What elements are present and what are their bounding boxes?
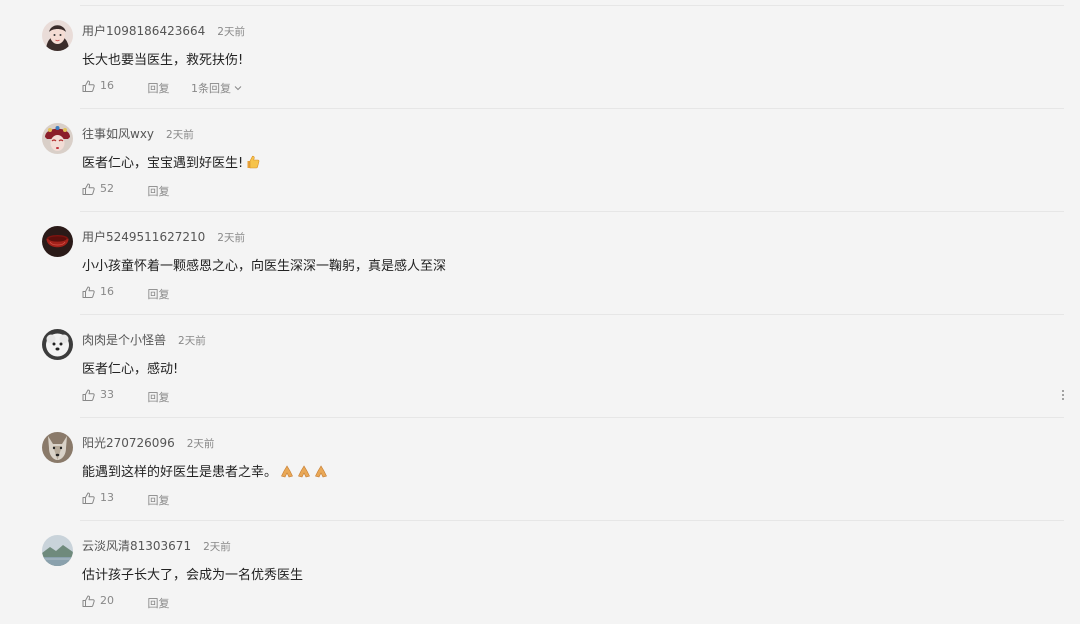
username[interactable]: 用户1098186423664	[82, 24, 205, 38]
praying-hands-emoji	[314, 465, 328, 482]
red-bowl-avatar[interactable]	[42, 226, 73, 257]
thumbs-up-icon	[82, 492, 95, 504]
comment-actions: 13 回复	[82, 491, 170, 508]
like-count: 52	[100, 182, 114, 195]
comment-time: 2天前	[217, 26, 245, 38]
reply-button[interactable]: 回复	[148, 492, 170, 508]
like-button[interactable]: 16	[82, 79, 114, 92]
comment-list: 用户1098186423664 2天前 长大也要当医生，救死扶伤! 16 回复 1…	[0, 0, 1080, 619]
like-button[interactable]: 33	[82, 388, 114, 401]
comment-item: 用户5249511627210 2天前 小小孩童怀着一颗感恩之心，向医生深深一鞠躬…	[0, 212, 1080, 315]
comment-text: 医者仁心，宝宝遇到好医生!	[82, 152, 260, 173]
thumbs-up-icon	[82, 389, 95, 401]
comment-item: 往事如风wxy 2天前 医者仁心，宝宝遇到好医生! 52 回复	[0, 109, 1080, 212]
comment-body: 估计孩子长大了，会成为一名优秀医生	[82, 568, 304, 583]
username[interactable]: 往事如风wxy	[82, 127, 154, 141]
white-dog-avatar[interactable]	[42, 329, 73, 360]
comment-author[interactable]: 阳光270726096 2天前	[82, 434, 214, 451]
like-button[interactable]: 13	[82, 491, 114, 504]
thumbs-up-icon	[82, 183, 95, 195]
comment-text: 医者仁心，感动!	[82, 358, 178, 377]
view-replies-button[interactable]: 1条回复	[191, 80, 242, 96]
like-count: 33	[100, 388, 114, 401]
reply-button[interactable]: 回复	[148, 183, 170, 199]
like-button[interactable]: 16	[82, 285, 114, 298]
username[interactable]: 肉肉是个小怪兽	[82, 333, 166, 347]
comment-text: 能遇到这样的好医生是患者之幸。	[82, 461, 328, 482]
comment-author[interactable]: 用户1098186423664 2天前	[82, 22, 245, 39]
reply-button[interactable]: 回复	[148, 389, 170, 405]
username[interactable]: 阳光270726096	[82, 436, 175, 450]
comment-actions: 16 回复	[82, 285, 170, 302]
praying-hands-emoji	[297, 465, 311, 482]
like-count: 16	[100, 79, 114, 92]
reply-count: 1条回复	[191, 81, 231, 95]
comment-time: 2天前	[217, 232, 245, 244]
comment-body: 小小孩童怀着一颗感恩之心，向医生深深一鞠躬，真是感人至深	[82, 259, 447, 274]
comment-item: 云淡风清81303671 2天前 估计孩子长大了，会成为一名优秀医生 20 回复	[0, 521, 1080, 624]
like-count: 16	[100, 285, 114, 298]
like-button[interactable]: 20	[82, 594, 114, 607]
comment-actions: 16 回复 1条回复	[82, 79, 242, 96]
comment-body: 长大也要当医生，救死扶伤!	[82, 53, 244, 68]
like-button[interactable]: 52	[82, 182, 114, 195]
comment-author[interactable]: 用户5249511627210 2天前	[82, 228, 245, 245]
username[interactable]: 用户5249511627210	[82, 230, 205, 244]
comment-text: 长大也要当医生，救死扶伤!	[82, 49, 243, 68]
comment-actions: 33 回复	[82, 388, 170, 405]
girl-portrait-avatar[interactable]	[42, 20, 73, 51]
landscape-avatar[interactable]	[42, 535, 73, 566]
comment-body: 能遇到这样的好医生是患者之幸。	[82, 465, 278, 480]
chevron-down-icon	[234, 85, 242, 90]
comment-actions: 20 回复	[82, 594, 170, 611]
comment-time: 2天前	[186, 438, 215, 450]
comment-item: 阳光270726096 2天前 能遇到这样的好医生是患者之幸。 13 回复	[0, 418, 1080, 521]
praying-hands-emoji	[280, 465, 294, 482]
comment-time: 2天前	[203, 541, 231, 553]
thumbs-up-icon	[82, 286, 95, 298]
reply-button[interactable]: 回复	[148, 80, 170, 96]
comment-author[interactable]: 往事如风wxy 2天前	[82, 125, 194, 142]
opera-costume-avatar[interactable]	[42, 123, 73, 154]
thumbs-up-icon	[82, 595, 95, 607]
like-count: 20	[100, 594, 114, 607]
comment-time: 2天前	[166, 129, 194, 141]
more-options-icon[interactable]	[1058, 388, 1068, 406]
reply-button[interactable]: 回复	[148, 595, 170, 611]
comment-time: 2天前	[178, 335, 206, 347]
comment-item: 用户1098186423664 2天前 长大也要当医生，救死扶伤! 16 回复 1…	[0, 6, 1080, 109]
comment-author[interactable]: 云淡风清81303671 2天前	[82, 537, 231, 554]
wolf-avatar[interactable]	[42, 432, 73, 463]
comment-author[interactable]: 肉肉是个小怪兽 2天前	[82, 331, 206, 348]
comment-actions: 52 回复	[82, 182, 170, 199]
thumbs-up-icon	[82, 80, 95, 92]
comment-text: 小小孩童怀着一颗感恩之心，向医生深深一鞠躬，真是感人至深	[82, 255, 446, 274]
like-count: 13	[100, 491, 114, 504]
username[interactable]: 云淡风清81303671	[82, 539, 191, 553]
comment-body: 医者仁心，感动!	[82, 362, 179, 377]
thumbs-up-emoji	[246, 155, 260, 173]
comment-text: 估计孩子长大了，会成为一名优秀医生	[82, 564, 303, 583]
comment-item: 肉肉是个小怪兽 2天前 医者仁心，感动! 33 回复	[0, 315, 1080, 418]
comment-body: 医者仁心，宝宝遇到好医生!	[82, 156, 244, 171]
reply-button[interactable]: 回复	[148, 286, 170, 302]
